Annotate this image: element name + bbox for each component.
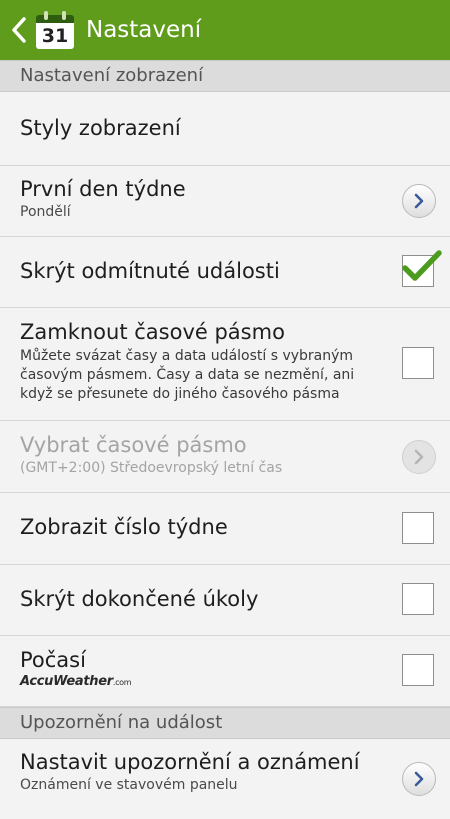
setting-week-number[interactable]: Zobrazit číslo týdne [0,493,450,565]
setting-label: Počasí [20,648,86,672]
setting-alerts-notifications[interactable]: Nastavit upozornění a oznámení Oznámení … [0,739,450,819]
page-title[interactable]: Nastavení [86,17,201,43]
setting-description: Můžete svázat časy a data událostí s vyb… [20,348,355,402]
chevron-right-icon[interactable] [402,762,436,796]
setting-label: Zobrazit číslo týdne [20,515,228,539]
setting-lock-timezone[interactable]: Zamknout časové pásmo Můžete svázat časy… [0,308,450,421]
hide-declined-checkbox[interactable] [402,250,442,287]
setting-value: Pondělí [20,204,71,220]
section-header-notifications: Upozornění na událost [0,707,450,739]
setting-label: Nastavit upozornění a oznámení [20,750,360,774]
calendar-icon[interactable]: 31 [36,11,74,49]
setting-label: První den týdne [20,177,186,201]
setting-weather[interactable]: Počasí AccuWeather.com [0,636,450,707]
accuweather-logo: AccuWeather.com [20,674,132,689]
chevron-right-icon[interactable] [402,184,436,218]
setting-label: Skrýt odmítnuté události [20,259,280,283]
lock-timezone-checkbox[interactable] [402,347,434,379]
setting-value: Oznámení ve stavovém panelu [20,777,238,793]
setting-hide-declined[interactable]: Skrýt odmítnuté události [0,237,450,308]
setting-hide-completed-tasks[interactable]: Skrýt dokončené úkoly [0,565,450,636]
setting-first-day[interactable]: První den týdne Pondělí [0,166,450,237]
setting-label: Styly zobrazení [20,116,181,140]
week-number-checkbox[interactable] [402,511,434,544]
action-bar: 31 Nastavení [0,0,450,60]
section-header-display: Nastavení zobrazení [0,60,450,92]
setting-label: Zamknout časové pásmo [20,320,285,344]
hide-tasks-checkbox[interactable] [402,583,434,615]
checkmark-icon [402,250,442,281]
setting-label: Vybrat časové pásmo [20,433,247,457]
setting-label: Skrýt dokončené úkoly [20,587,259,611]
setting-value: (GMT+2:00) Středoevropský letní čas [20,460,283,476]
back-arrow-icon[interactable] [8,10,30,50]
setting-select-timezone: Vybrat časové pásmo (GMT+2:00) Středoevr… [0,421,450,493]
setting-view-styles[interactable]: Styly zobrazení [0,92,450,166]
calendar-day: 31 [36,23,74,49]
weather-checkbox[interactable] [402,654,434,686]
chevron-right-icon [402,439,436,474]
